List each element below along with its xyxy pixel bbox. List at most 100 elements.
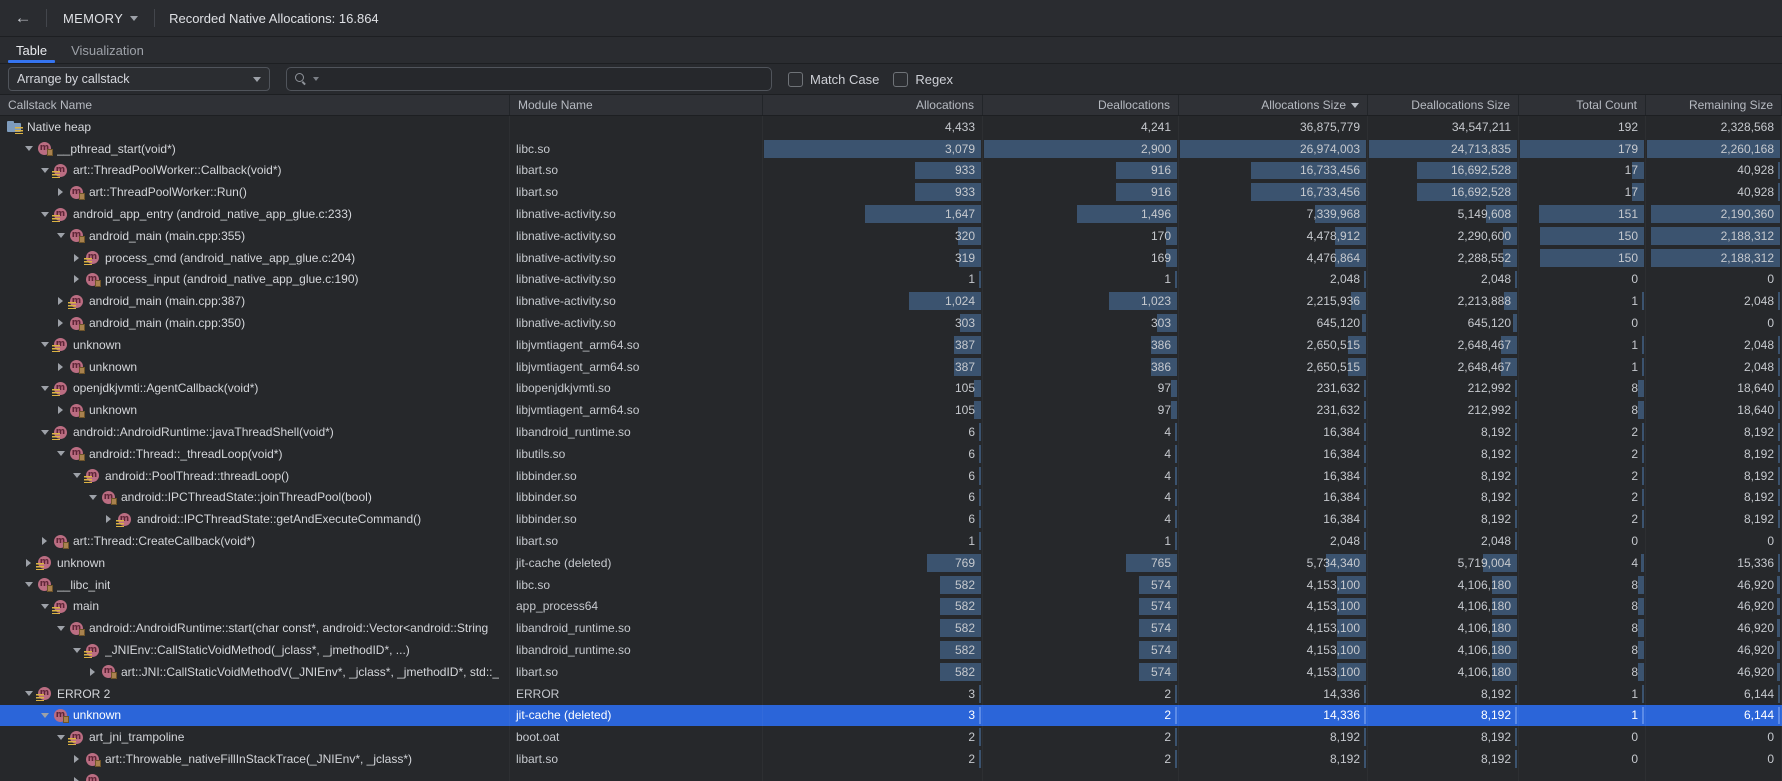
table-row[interactable]: art_jni_trampolineboot.oat228,1928,19200 — [0, 726, 1782, 748]
collapse-toggle-icon[interactable] — [55, 735, 66, 740]
collapse-toggle-icon[interactable] — [39, 212, 50, 217]
collapse-toggle-icon[interactable] — [39, 604, 50, 609]
callstack-cell[interactable]: android_main (main.cpp:355) — [0, 225, 510, 247]
table-row[interactable]: android_main (main.cpp:387)libnative-act… — [0, 290, 1782, 312]
callstack-cell[interactable]: process_cmd (android_native_app_glue.c:2… — [0, 247, 510, 269]
callstack-cell[interactable]: _JNIEnv::CallStaticVoidMethod(_jclass*, … — [0, 639, 510, 661]
collapse-toggle-icon[interactable] — [39, 168, 50, 173]
callstack-cell[interactable]: openjdkjvmti::AgentCallback(void*) — [0, 378, 510, 400]
collapse-toggle-icon[interactable] — [23, 146, 34, 151]
expand-toggle-icon[interactable] — [55, 406, 66, 414]
search-box[interactable] — [286, 67, 772, 91]
table-row[interactable]: android_main (main.cpp:350)libnative-act… — [0, 312, 1782, 334]
session-dropdown[interactable]: MEMORY — [57, 8, 144, 29]
table-row[interactable]: __libc_initlibc.so5825744,153,1004,106,1… — [0, 574, 1782, 596]
collapse-toggle-icon[interactable] — [55, 233, 66, 238]
expand-toggle-icon[interactable] — [55, 188, 66, 196]
search-icon[interactable] — [294, 72, 308, 86]
callstack-cell[interactable]: art::ThreadPoolWorker::Callback(void*) — [0, 160, 510, 182]
callstack-cell[interactable]: android::PoolThread::threadLoop() — [0, 465, 510, 487]
tab-visualization[interactable]: Visualization — [61, 37, 154, 63]
column-header-deallocations[interactable]: Deallocations — [983, 95, 1179, 115]
collapse-toggle-icon[interactable] — [39, 713, 50, 718]
collapse-toggle-icon[interactable] — [39, 386, 50, 391]
expand-toggle-icon[interactable] — [71, 275, 82, 283]
column-header-module-name[interactable]: Module Name — [510, 95, 763, 115]
table-row[interactable]: process_cmd (android_native_app_glue.c:2… — [0, 247, 1782, 269]
callstack-cell[interactable]: android::IPCThreadState::joinThreadPool(… — [0, 487, 510, 509]
callstack-cell[interactable]: art::Thread::CreateCallback(void*) — [0, 530, 510, 552]
callstack-cell[interactable]: Native heap — [0, 116, 510, 138]
expand-toggle-icon[interactable] — [71, 254, 82, 262]
table-row[interactable]: android::IPCThreadState::joinThreadPool(… — [0, 487, 1782, 509]
table-row[interactable]: unknownjit-cache (deleted)7697655,734,34… — [0, 552, 1782, 574]
table-row[interactable]: android_app_entry (android_native_app_gl… — [0, 203, 1782, 225]
collapse-toggle-icon[interactable] — [39, 342, 50, 347]
expand-toggle-icon[interactable] — [87, 668, 98, 676]
callstack-cell[interactable]: android::IPCThreadState::getAndExecuteCo… — [0, 508, 510, 530]
table-row[interactable]: process_input (android_native_app_glue.c… — [0, 269, 1782, 291]
table-row[interactable]: unknownlibjvmtiagent_arm64.so3873862,650… — [0, 356, 1782, 378]
collapse-toggle-icon[interactable] — [55, 626, 66, 631]
callstack-cell[interactable]: android_app_entry (android_native_app_gl… — [0, 203, 510, 225]
callstack-cell[interactable]: unknown — [0, 356, 510, 378]
arrange-by-dropdown[interactable]: Arrange by callstack — [8, 67, 270, 91]
callstack-cell[interactable]: art::Throwable_nativeFillInStackTrace(_J… — [0, 748, 510, 770]
column-header-deallocations-size[interactable]: Deallocations Size — [1368, 95, 1519, 115]
table-row[interactable]: art::ThreadPoolWorker::Run()libart.so933… — [0, 181, 1782, 203]
expand-toggle-icon[interactable] — [55, 297, 66, 305]
callstack-cell[interactable]: process_input (android_native_app_glue.c… — [0, 269, 510, 291]
column-header-allocations-size[interactable]: Allocations Size — [1179, 95, 1368, 115]
table-row[interactable]: __pthread_start(void*)libc.so3,0792,9002… — [0, 138, 1782, 160]
callstack-cell[interactable]: art_jni_trampoline — [0, 726, 510, 748]
table-row[interactable]: android::AndroidRuntime::javaThreadShell… — [0, 421, 1782, 443]
callstack-cell[interactable]: art::ThreadPoolWorker::Run() — [0, 181, 510, 203]
checkbox-icon[interactable] — [788, 72, 803, 87]
table-row[interactable]: unknownlibjvmtiagent_arm64.so10597231,63… — [0, 399, 1782, 421]
table-row[interactable]: unknownjit-cache (deleted)3214,3368,1921… — [0, 705, 1782, 727]
callstack-cell[interactable]: unknown — [0, 334, 510, 356]
table-row[interactable]: art::Throwable_nativeFillInStackTrace(_J… — [0, 748, 1782, 770]
expand-toggle-icon[interactable] — [55, 319, 66, 327]
table-row[interactable]: art::JNI::CallStaticVoidMethodV(_JNIEnv*… — [0, 661, 1782, 683]
collapse-toggle-icon[interactable] — [39, 430, 50, 435]
table-row[interactable]: android::Thread::_threadLoop(void*)libut… — [0, 443, 1782, 465]
callstack-cell[interactable]: main — [0, 596, 510, 618]
callstack-cell[interactable]: android_main (main.cpp:350) — [0, 312, 510, 334]
callstack-cell[interactable]: android_main (main.cpp:387) — [0, 290, 510, 312]
callstack-cell[interactable]: __libc_init — [0, 574, 510, 596]
regex-checkbox[interactable]: Regex — [893, 72, 953, 87]
table-row[interactable]: ERROR 2ERROR3214,3368,19216,144 — [0, 683, 1782, 705]
callstack-cell[interactable]: unknown — [0, 705, 510, 727]
checkbox-icon[interactable] — [893, 72, 908, 87]
column-header-total-count[interactable]: Total Count — [1519, 95, 1646, 115]
collapse-toggle-icon[interactable] — [55, 451, 66, 456]
search-input[interactable] — [324, 72, 764, 86]
table-row[interactable]: android::AndroidRuntime::start(char cons… — [0, 617, 1782, 639]
expand-toggle-icon[interactable] — [39, 537, 50, 545]
column-header-allocations[interactable]: Allocations — [763, 95, 983, 115]
search-history-chevron-icon[interactable] — [313, 77, 319, 81]
callstack-cell[interactable]: ERROR 2 — [0, 683, 510, 705]
table-row[interactable]: android_main (main.cpp:355)libnative-act… — [0, 225, 1782, 247]
collapse-toggle-icon[interactable] — [23, 691, 34, 696]
expand-toggle-icon[interactable] — [55, 363, 66, 371]
collapse-toggle-icon[interactable] — [71, 473, 82, 478]
table-row[interactable]: mainapp_process645825744,153,1004,106,18… — [0, 596, 1782, 618]
callstack-cell[interactable]: art::JNI::CallStaticVoidMethodV(_JNIEnv*… — [0, 661, 510, 683]
collapse-toggle-icon[interactable] — [71, 648, 82, 653]
collapse-toggle-icon[interactable] — [23, 582, 34, 587]
back-arrow-icon[interactable]: ← — [10, 5, 36, 31]
callstack-cell[interactable]: android::Thread::_threadLoop(void*) — [0, 443, 510, 465]
collapse-toggle-icon[interactable] — [87, 495, 98, 500]
expand-toggle-icon[interactable] — [71, 755, 82, 763]
table-row[interactable]: Native heap4,4334,24136,875,77934,547,21… — [0, 116, 1782, 138]
callstack-cell[interactable]: android::AndroidRuntime::javaThreadShell… — [0, 421, 510, 443]
table-row[interactable]: _JNIEnv::CallStaticVoidMethod(_jclass*, … — [0, 639, 1782, 661]
table-row[interactable]: android::PoolThread::threadLoop()libbind… — [0, 465, 1782, 487]
expand-toggle-icon[interactable] — [23, 559, 34, 567]
table-row[interactable]: openjdkjvmti::AgentCallback(void*)libope… — [0, 378, 1782, 400]
column-header-callstack-name[interactable]: Callstack Name — [0, 95, 510, 115]
table-row[interactable]: art::ThreadPoolWorker::Callback(void*)li… — [0, 160, 1782, 182]
table-row[interactable]: android::IPCThreadState::getAndExecuteCo… — [0, 508, 1782, 530]
